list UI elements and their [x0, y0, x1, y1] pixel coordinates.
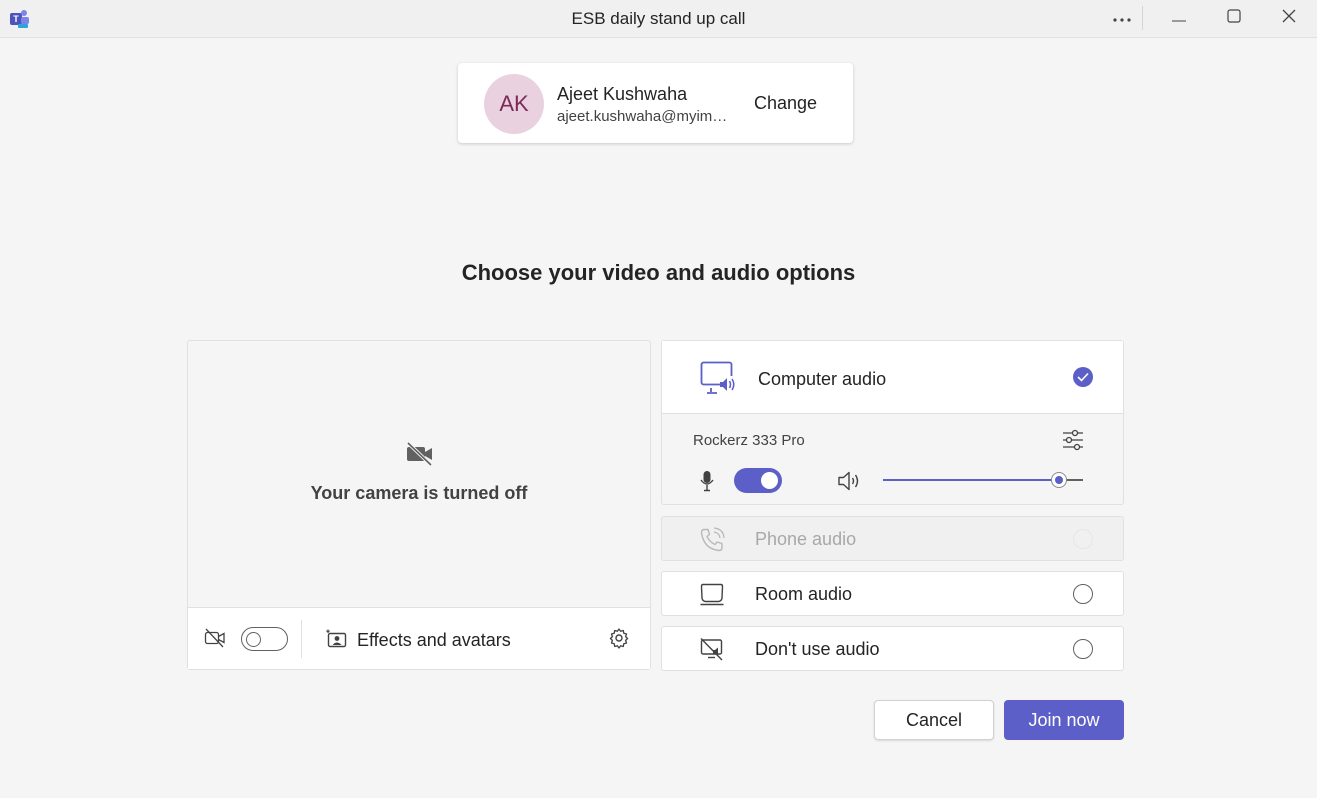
video-preview-panel: Your camera is turned off Effects and av… [187, 340, 651, 670]
room-audio-option[interactable]: Room audio [661, 571, 1124, 616]
audio-device-name: Rockerz 333 Pro [693, 432, 805, 449]
more-icon [1113, 9, 1131, 27]
device-settings-icon[interactable] [1062, 429, 1084, 456]
title-divider [1142, 6, 1143, 30]
account-name: Ajeet Kushwaha [557, 84, 688, 104]
change-account-button[interactable]: Change [754, 93, 817, 114]
no-audio-icon [699, 637, 725, 668]
avatar: AK [484, 74, 544, 134]
selected-check-icon [1073, 367, 1093, 387]
room-audio-radio[interactable] [1073, 584, 1093, 604]
account-email: ajeet.kushwaha@myimsaas.com [557, 108, 732, 125]
phone-icon [699, 527, 725, 558]
prejoin-screen: AK Ajeet Kushwaha ajeet.kushwaha@myimsaa… [0, 38, 1317, 798]
microphone-toggle-knob [761, 472, 778, 489]
camera-toggle[interactable] [241, 627, 288, 651]
title-bar: T ESB daily stand up call [0, 0, 1317, 38]
room-icon [699, 582, 725, 613]
minimize-button[interactable] [1152, 0, 1206, 36]
cancel-button[interactable]: Cancel [874, 700, 994, 740]
maximize-icon [1227, 8, 1241, 28]
camera-off-icon [406, 441, 434, 471]
gear-icon[interactable] [608, 627, 630, 654]
camera-off-icon [204, 628, 226, 653]
close-button[interactable] [1262, 0, 1316, 36]
page-title: Choose your video and audio options [461, 260, 856, 285]
more-options-button[interactable] [1095, 0, 1149, 36]
account-card: AK Ajeet Kushwaha ajeet.kushwaha@myimsaa… [458, 63, 853, 143]
maximize-button[interactable] [1207, 0, 1261, 36]
computer-audio-option[interactable]: Computer audio [662, 341, 1123, 414]
volume-fill [883, 479, 1059, 481]
effects-icon[interactable] [325, 629, 347, 654]
controls-divider [301, 620, 302, 658]
minimize-icon [1172, 9, 1186, 27]
phone-audio-label: Phone audio [755, 529, 857, 549]
volume-slider-thumb[interactable] [1051, 472, 1067, 488]
room-audio-label: Room audio [755, 584, 853, 604]
speaker-icon [837, 470, 861, 497]
video-controls-bar: Effects and avatars [188, 607, 650, 669]
no-audio-label: Don't use audio [755, 639, 880, 659]
close-icon [1282, 9, 1296, 28]
effects-button[interactable]: Effects and avatars [357, 630, 511, 651]
camera-toggle-knob [246, 631, 261, 647]
microphone-icon [700, 470, 714, 497]
phone-audio-radio [1073, 529, 1093, 549]
no-audio-radio[interactable] [1073, 639, 1093, 659]
computer-audio-card: Computer audio Rockerz 333 Pro [661, 340, 1124, 505]
no-audio-option[interactable]: Don't use audio [661, 626, 1124, 671]
computer-audio-icon [700, 361, 736, 400]
phone-audio-option: Phone audio [661, 516, 1124, 561]
join-now-button[interactable]: Join now [1004, 700, 1124, 740]
microphone-toggle[interactable] [734, 468, 782, 493]
volume-slider[interactable] [883, 472, 1083, 488]
camera-off-message: Your camera is turned off [310, 483, 528, 503]
computer-audio-label: Computer audio [758, 369, 887, 389]
